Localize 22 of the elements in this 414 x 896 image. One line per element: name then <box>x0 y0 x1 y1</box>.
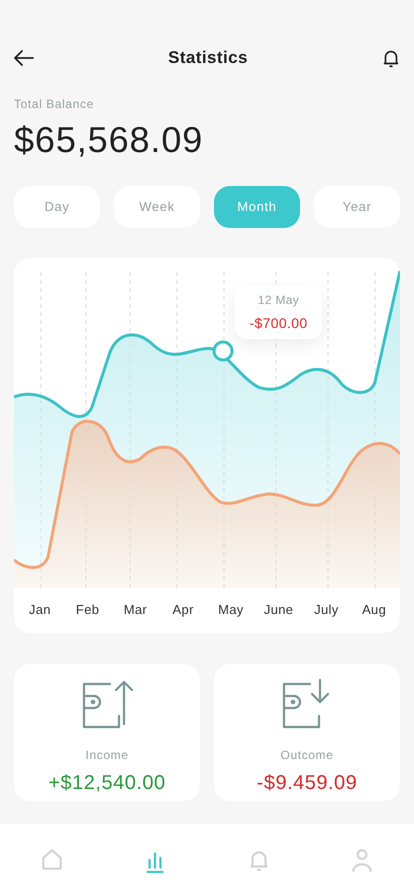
page-title: Statistics <box>168 47 248 70</box>
balance-amount: $65,568.09 <box>14 118 204 162</box>
month-label: Aug <box>361 601 388 619</box>
period-tab[interactable]: Year <box>314 186 400 228</box>
month-label: Apr <box>172 601 195 619</box>
period-tab[interactable]: Week <box>114 186 200 228</box>
balance-label: Total Balance <box>14 96 95 113</box>
tooltip-amount: -$700.00 <box>249 314 308 333</box>
summary-amount: -$9.459.09 <box>256 771 358 796</box>
month-label: June <box>262 601 294 619</box>
month-label: May <box>217 601 245 619</box>
point-marker[interactable] <box>212 340 234 362</box>
summary-label: Outcome <box>280 747 334 764</box>
period-tab[interactable]: Month <box>214 186 300 228</box>
tooltip-date: 12 May <box>258 292 300 309</box>
month-label: July <box>313 601 340 619</box>
summary-label: Income <box>86 747 128 764</box>
period-tab[interactable]: Day <box>14 186 100 228</box>
summary-amount: +$12,540.00 <box>48 771 166 796</box>
month-label: Jan <box>28 601 52 619</box>
month-label: Mar <box>122 601 148 619</box>
month-label: Feb <box>74 601 100 619</box>
